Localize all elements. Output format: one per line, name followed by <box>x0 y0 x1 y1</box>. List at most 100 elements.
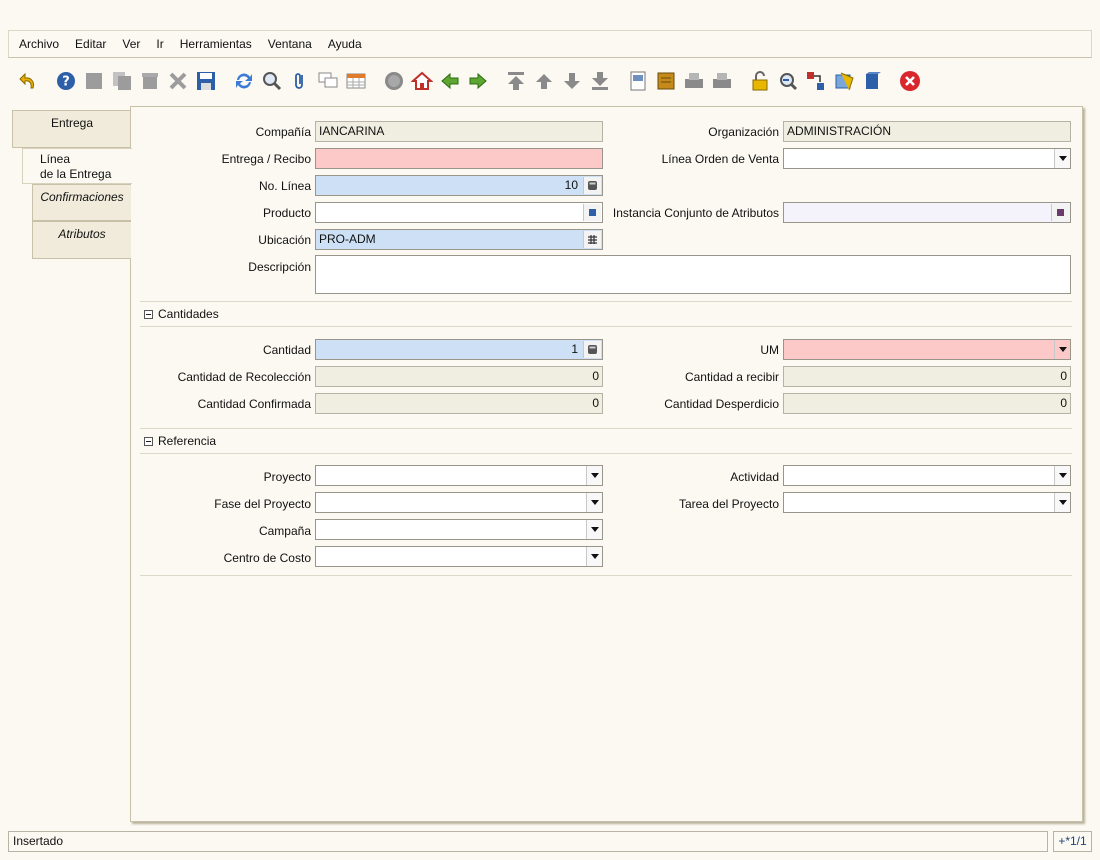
producto-label: Producto <box>262 206 311 220</box>
menu-ayuda[interactable]: Ayuda <box>328 37 362 51</box>
delete-selection-icon[interactable] <box>166 69 190 93</box>
organizacion-field[interactable]: ADMINISTRACIÓN <box>783 121 1071 142</box>
um-select[interactable] <box>783 339 1071 360</box>
calculator-icon[interactable] <box>583 177 601 194</box>
recoleccion-field[interactable]: 0 <box>315 366 603 387</box>
zoom-across-icon[interactable] <box>776 69 800 93</box>
menu-ir[interactable]: Ir <box>156 37 163 51</box>
collapse-icon[interactable] <box>144 436 153 446</box>
toolbar: ? <box>8 62 1092 100</box>
no-linea-field[interactable]: 10 <box>315 175 603 196</box>
chevron-down-icon[interactable] <box>1054 340 1070 359</box>
requests-icon[interactable] <box>832 69 856 93</box>
record-counter[interactable]: +*1/1 <box>1053 831 1092 852</box>
undo-icon[interactable] <box>16 69 40 93</box>
producto-field[interactable] <box>315 202 603 223</box>
copy-record-icon[interactable] <box>110 69 134 93</box>
chevron-down-icon[interactable] <box>1054 493 1070 512</box>
product-info-icon[interactable] <box>860 69 884 93</box>
tab-confirmaciones[interactable]: Confirmaciones <box>32 184 131 221</box>
last-record-icon[interactable] <box>588 69 612 93</box>
tarea-label: Tarea del Proyecto <box>678 497 779 511</box>
referencia-section-header[interactable]: Referencia <box>140 428 1072 454</box>
instancia-field[interactable] <box>783 202 1071 223</box>
first-record-icon[interactable] <box>504 69 528 93</box>
tarea-select[interactable] <box>783 492 1071 513</box>
a-recibir-label: Cantidad a recibir <box>684 370 779 384</box>
collapse-icon[interactable] <box>144 309 153 319</box>
recoleccion-label: Cantidad de Recolección <box>177 370 311 384</box>
tab-entrega-label: Entrega <box>50 116 94 130</box>
section-divider <box>140 575 1072 576</box>
delete-record-icon[interactable] <box>138 69 162 93</box>
campana-select[interactable] <box>315 519 603 540</box>
menu-bar: Archivo Editar Ver Ir Herramientas Venta… <box>8 30 1092 58</box>
menu-herramientas[interactable]: Herramientas <box>180 37 252 51</box>
cantidad-label: Cantidad <box>262 343 311 357</box>
referencia-title: Referencia <box>158 434 217 448</box>
entrega-recibo-field[interactable] <box>315 148 603 169</box>
detail-record-icon[interactable] <box>466 69 490 93</box>
chat-icon[interactable] <box>316 69 340 93</box>
menu-archivo[interactable]: Archivo <box>19 37 59 51</box>
cantidad-field[interactable]: 1 <box>315 339 603 360</box>
history-icon[interactable] <box>382 69 406 93</box>
svg-text:?: ? <box>62 75 70 90</box>
previous-record-icon[interactable] <box>532 69 556 93</box>
tab-confirmaciones-label: Confirmaciones <box>40 190 124 204</box>
chevron-down-icon[interactable] <box>586 520 602 539</box>
instancia-label: Instancia Conjunto de Atributos <box>612 206 779 220</box>
chevron-down-icon[interactable] <box>1054 149 1070 168</box>
actividad-select[interactable] <box>783 465 1071 486</box>
refresh-icon[interactable] <box>232 69 256 93</box>
help-icon[interactable]: ? <box>54 69 78 93</box>
ubicacion-field[interactable]: PRO-ADM <box>315 229 603 250</box>
calculator-icon[interactable] <box>583 341 601 358</box>
grid-toggle-icon[interactable] <box>344 69 368 93</box>
menu-editar[interactable]: Editar <box>75 37 106 51</box>
compania-field[interactable]: IANCARINA <box>315 121 603 142</box>
centro-costo-select[interactable] <box>315 546 603 567</box>
menu-ver[interactable]: Ver <box>122 37 140 51</box>
product-search-icon[interactable] <box>583 204 601 221</box>
chevron-down-icon[interactable] <box>1054 466 1070 485</box>
chevron-down-icon[interactable] <box>586 466 602 485</box>
menu-ventana[interactable]: Ventana <box>268 37 312 51</box>
print-icon[interactable] <box>710 69 734 93</box>
archived-documents-icon[interactable] <box>654 69 678 93</box>
campana-label: Campaña <box>258 524 311 538</box>
ubicacion-value: PRO-ADM <box>319 232 376 246</box>
tab-atributos[interactable]: Atributos <box>32 221 131 259</box>
locator-icon[interactable] <box>583 231 601 248</box>
tab-entrega[interactable]: Entrega <box>12 110 131 148</box>
find-icon[interactable] <box>260 69 284 93</box>
parent-record-icon[interactable] <box>438 69 462 93</box>
cantidades-section-header[interactable]: Cantidades <box>140 301 1072 327</box>
cantidades-title: Cantidades <box>158 307 219 321</box>
print-preview-icon[interactable] <box>682 69 706 93</box>
exit-icon[interactable] <box>898 69 922 93</box>
fase-select[interactable] <box>315 492 603 513</box>
organizacion-label: Organización <box>708 125 779 139</box>
attachment-icon[interactable] <box>288 69 312 93</box>
proyecto-select[interactable] <box>315 465 603 486</box>
chevron-down-icon[interactable] <box>586 547 602 566</box>
save-icon[interactable] <box>194 69 218 93</box>
desperdicio-field[interactable]: 0 <box>783 393 1071 414</box>
report-icon[interactable] <box>626 69 650 93</box>
chevron-down-icon[interactable] <box>586 493 602 512</box>
um-label: UM <box>760 343 779 357</box>
lock-icon[interactable] <box>748 69 772 93</box>
a-recibir-field[interactable]: 0 <box>783 366 1071 387</box>
attribute-set-icon[interactable] <box>1051 204 1069 221</box>
active-workflows-icon[interactable] <box>804 69 828 93</box>
next-record-icon[interactable] <box>560 69 584 93</box>
tab-linea-entrega[interactable]: Línea de la Entrega <box>22 148 132 184</box>
home-icon[interactable] <box>410 69 434 93</box>
confirmada-field[interactable]: 0 <box>315 393 603 414</box>
tab-linea-label-1: Línea <box>40 152 71 166</box>
tab-linea-label-2: de la Entrega <box>40 167 112 181</box>
linea-orden-venta-select[interactable] <box>783 148 1071 169</box>
new-record-icon[interactable] <box>82 69 106 93</box>
descripcion-textarea[interactable] <box>315 255 1071 294</box>
